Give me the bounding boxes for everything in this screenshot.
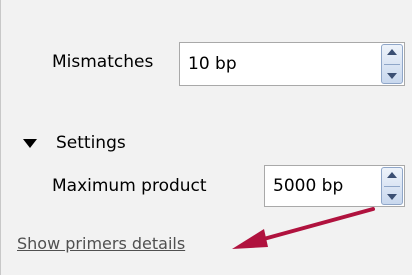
mismatches-label: Mismatches xyxy=(52,52,154,72)
triangle-down-icon[interactable] xyxy=(23,139,37,148)
maximum-product-label: Maximum product xyxy=(52,176,207,196)
settings-section-header[interactable]: Settings xyxy=(18,130,168,156)
mismatches-value[interactable]: 10 bp xyxy=(188,54,237,74)
spin-down-arrow-icon[interactable] xyxy=(387,73,397,79)
spin-down-arrow-icon[interactable] xyxy=(387,194,397,200)
maximum-product-value[interactable]: 5000 bp xyxy=(273,176,343,196)
maximum-product-spinbox[interactable]: 5000 bp xyxy=(264,165,405,207)
show-primers-details-link[interactable]: Show primers details xyxy=(17,234,185,253)
annotation-arrow-icon xyxy=(232,207,375,249)
panel-left-border xyxy=(0,0,1,275)
spin-up-arrow-icon[interactable] xyxy=(387,49,397,55)
spin-up-arrow-icon[interactable] xyxy=(387,172,397,178)
settings-section-title[interactable]: Settings xyxy=(56,133,126,153)
maximum-product-spin-buttons[interactable] xyxy=(381,167,403,205)
mismatches-spin-buttons[interactable] xyxy=(381,44,403,84)
mismatches-spinbox[interactable]: 10 bp xyxy=(179,42,405,86)
